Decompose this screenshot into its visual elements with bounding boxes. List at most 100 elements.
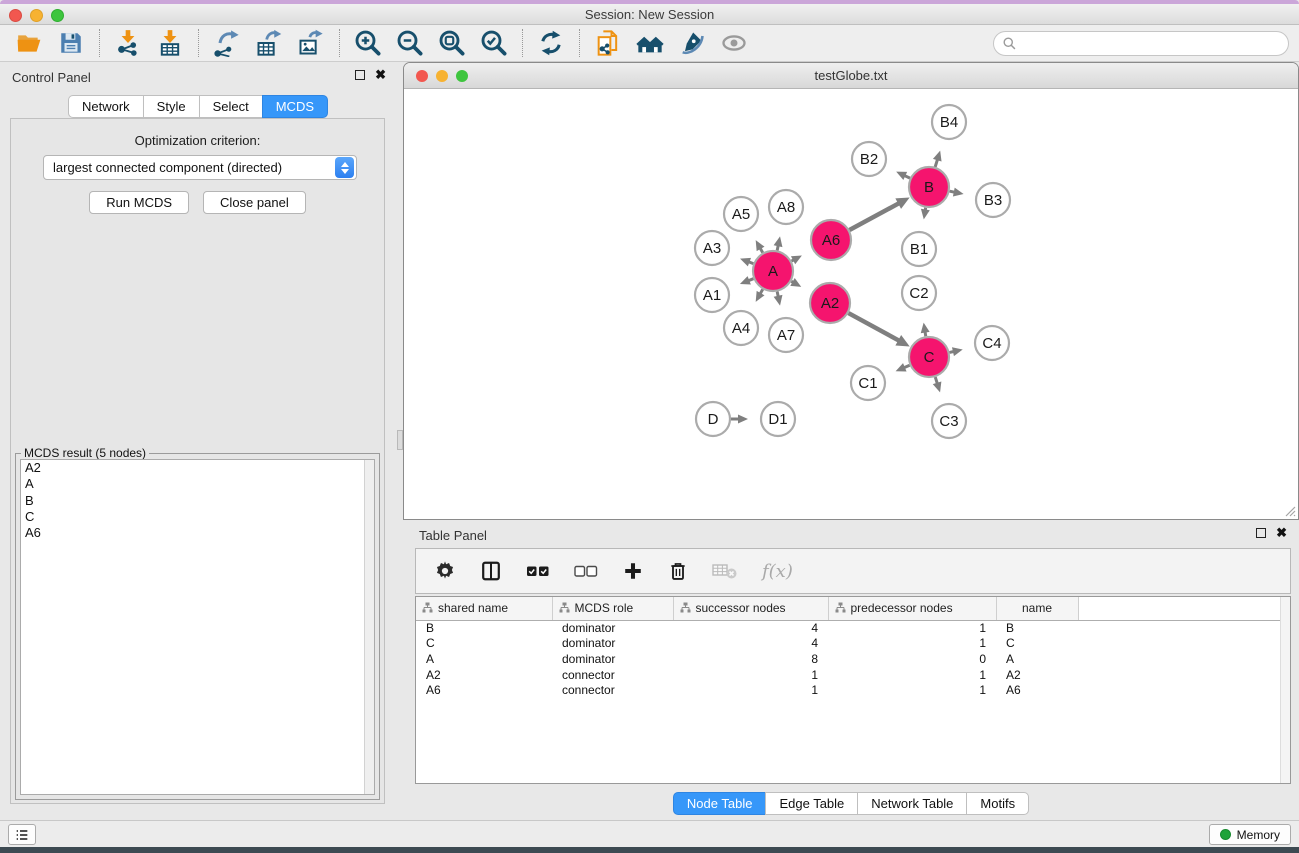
select-all-button[interactable] [526, 564, 550, 578]
tab-style[interactable]: Style [143, 95, 200, 118]
open-session-button[interactable] [8, 27, 50, 59]
zoom-selected-button[interactable] [473, 27, 515, 59]
mcds-result-list[interactable]: A2ABCA6 [20, 459, 375, 795]
graph-edge-A2-C[interactable] [848, 313, 900, 341]
close-table-panel-icon[interactable]: ✖ [1276, 528, 1287, 538]
table-cell[interactable]: dominator [552, 636, 673, 652]
resize-grip-icon[interactable] [1282, 503, 1296, 517]
float-table-panel-icon[interactable] [1256, 528, 1266, 538]
table-settings-button[interactable] [434, 560, 456, 582]
column-header-name[interactable]: name [996, 597, 1078, 620]
table-cell[interactable]: B [416, 620, 552, 636]
table-cell[interactable]: C [996, 636, 1078, 652]
graph-node-C[interactable]: C [909, 337, 949, 377]
graph-node-C2[interactable]: C2 [902, 276, 936, 310]
graph-node-A1[interactable]: A1 [695, 278, 729, 312]
show-columns-button[interactable] [480, 560, 502, 582]
graph-node-C3[interactable]: C3 [932, 404, 966, 438]
table-cell[interactable]: dominator [552, 620, 673, 636]
clone-network-button[interactable] [587, 27, 629, 59]
graph-node-C4[interactable]: C4 [975, 326, 1009, 360]
export-image-button[interactable] [290, 27, 332, 59]
graph-node-D[interactable]: D [696, 402, 730, 436]
run-mcds-button[interactable]: Run MCDS [89, 191, 189, 214]
table-cell[interactable]: connector [552, 667, 673, 683]
deselect-all-button[interactable] [574, 564, 598, 578]
graph-node-A6[interactable]: A6 [811, 220, 851, 260]
tab-network-table[interactable]: Network Table [857, 792, 967, 815]
network-canvas[interactable]: AA1A2A3A4A5A6A7A8BB1B2B3B4CC1C2C3C4DD1 [405, 90, 1297, 518]
table-row[interactable]: Cdominator41C [416, 636, 1290, 652]
close-panel-button[interactable]: Close panel [203, 191, 306, 214]
table-cell[interactable]: A [996, 651, 1078, 667]
table-cell[interactable]: B [996, 620, 1078, 636]
import-network-button[interactable] [107, 27, 149, 59]
graph-edge-A6-B[interactable] [849, 203, 900, 230]
memory-button[interactable]: Memory [1209, 824, 1291, 845]
column-header-predecessor-nodes[interactable]: predecessor nodes [828, 597, 996, 620]
tab-node-table[interactable]: Node Table [673, 792, 767, 815]
table-cell[interactable]: A2 [416, 667, 552, 683]
graph-node-A[interactable]: A [753, 251, 793, 291]
table-cell[interactable]: A2 [996, 667, 1078, 683]
table-cell[interactable]: C [416, 636, 552, 652]
table-row[interactable]: Bdominator41B [416, 620, 1290, 636]
table-cell[interactable]: 1 [828, 667, 996, 683]
mcds-list-scrollbar[interactable] [364, 460, 374, 794]
graph-node-A3[interactable]: A3 [695, 231, 729, 265]
table-cell[interactable]: A6 [996, 682, 1078, 698]
search-field[interactable] [993, 31, 1289, 56]
close-panel-icon[interactable]: ✖ [375, 70, 386, 80]
graph-node-D1[interactable]: D1 [761, 402, 795, 436]
graph-node-B4[interactable]: B4 [932, 105, 966, 139]
table-row[interactable]: Adominator80A [416, 651, 1290, 667]
graph-node-B1[interactable]: B1 [902, 232, 936, 266]
mcds-result-item[interactable]: A6 [21, 525, 374, 541]
show-graphics-details-button[interactable] [713, 27, 755, 59]
table-cell[interactable]: 1 [673, 667, 828, 683]
table-cell[interactable]: 1 [828, 682, 996, 698]
mcds-result-item[interactable]: A2 [21, 460, 374, 476]
graph-node-A8[interactable]: A8 [769, 190, 803, 224]
export-table-button[interactable] [248, 27, 290, 59]
graph-node-B3[interactable]: B3 [976, 183, 1010, 217]
delete-rows-button[interactable] [668, 560, 688, 582]
table-cell[interactable]: A [416, 651, 552, 667]
graph-node-A7[interactable]: A7 [769, 318, 803, 352]
graph-node-A2[interactable]: A2 [810, 283, 850, 323]
float-panel-icon[interactable] [355, 70, 365, 80]
export-network-button[interactable] [206, 27, 248, 59]
table-cell[interactable]: dominator [552, 651, 673, 667]
table-cell[interactable]: 8 [673, 651, 828, 667]
import-table-button[interactable] [149, 27, 191, 59]
column-header-shared-name[interactable]: shared name [416, 597, 552, 620]
tab-edge-table[interactable]: Edge Table [765, 792, 858, 815]
graph-node-C1[interactable]: C1 [851, 366, 885, 400]
table-cell[interactable]: 4 [673, 620, 828, 636]
hide-annotations-button[interactable] [671, 27, 713, 59]
mcds-result-item[interactable]: A [21, 476, 374, 492]
table-cell[interactable]: A6 [416, 682, 552, 698]
search-input[interactable] [1017, 32, 1288, 55]
table-cell[interactable]: 1 [673, 682, 828, 698]
refresh-view-button[interactable] [530, 27, 572, 59]
zoom-fit-button[interactable] [431, 27, 473, 59]
tab-motifs[interactable]: Motifs [966, 792, 1029, 815]
graph-node-B[interactable]: B [909, 167, 949, 207]
column-header-MCDS-role[interactable]: MCDS role [552, 597, 673, 620]
delete-table-button[interactable] [712, 562, 738, 580]
save-session-button[interactable] [50, 27, 92, 59]
table-cell[interactable]: 4 [673, 636, 828, 652]
tab-network[interactable]: Network [68, 95, 144, 118]
table-row[interactable]: A2connector11A2 [416, 667, 1290, 683]
table-cell[interactable]: connector [552, 682, 673, 698]
table-cell[interactable]: 1 [828, 620, 996, 636]
home-button[interactable] [629, 27, 671, 59]
zoom-in-button[interactable] [347, 27, 389, 59]
graph-node-B2[interactable]: B2 [852, 142, 886, 176]
table-row[interactable]: A6connector11A6 [416, 682, 1290, 698]
mcds-result-item[interactable]: C [21, 509, 374, 525]
function-builder-button[interactable]: f(x) [762, 561, 793, 582]
graph-node-A4[interactable]: A4 [724, 311, 758, 345]
zoom-out-button[interactable] [389, 27, 431, 59]
